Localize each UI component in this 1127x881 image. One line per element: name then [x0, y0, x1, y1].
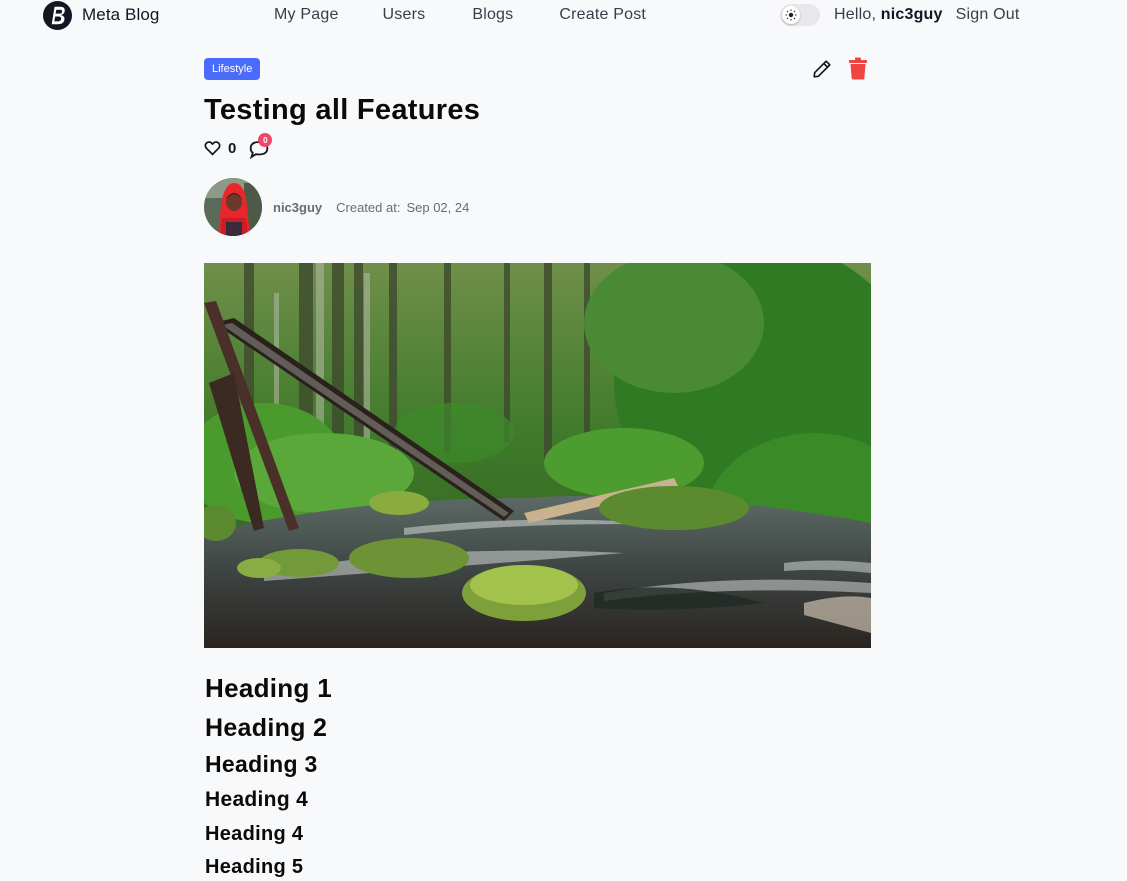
content-heading-4: Heading 4 — [205, 788, 309, 811]
post-cover-image — [204, 263, 871, 648]
theme-toggle[interactable] — [780, 4, 820, 26]
post-title: Testing all Features — [204, 94, 481, 126]
comment-count-badge: 0 — [258, 133, 273, 147]
category-badge[interactable]: Lifestyle — [204, 58, 261, 80]
greeting: Hello, nic3guy — [834, 6, 943, 24]
content-heading-1: Heading 1 — [205, 673, 332, 703]
created-date: Sep 02, 24 — [406, 199, 470, 215]
created-label: Created at: — [336, 199, 401, 215]
author-name[interactable]: nic3guy — [273, 200, 322, 215]
content-heading-2: Heading 2 — [205, 714, 328, 742]
content-heading-3: Heading 3 — [205, 751, 318, 777]
sign-out-link[interactable]: Sign Out — [956, 6, 1020, 24]
nav-link-create-post[interactable]: Create Post — [559, 6, 646, 24]
comments-button[interactable]: 0 — [249, 133, 273, 159]
content-heading-4b: Heading 4 — [205, 823, 304, 845]
nav-link-blogs[interactable]: Blogs — [472, 6, 513, 24]
logo-icon — [42, 0, 73, 30]
pencil-icon — [813, 60, 831, 78]
forest-stream-image — [204, 263, 871, 648]
post-stats: 0 0 — [204, 133, 273, 160]
like-count: 0 — [228, 139, 237, 157]
like-button[interactable]: 0 — [204, 140, 236, 157]
delete-post-button[interactable] — [848, 57, 868, 80]
author-info: nic3guy Created at: Sep 02, 24 — [204, 178, 469, 236]
avatar-image — [204, 178, 262, 236]
nav-link-my-page[interactable]: My Page — [274, 6, 339, 24]
sun-icon — [785, 9, 797, 21]
main-menu: My Page Users Blogs Create Post — [274, 0, 646, 30]
trash-icon — [849, 57, 867, 80]
nav-link-users[interactable]: Users — [383, 6, 426, 24]
brand-logo[interactable]: Meta Blog — [42, 0, 159, 30]
edit-post-button[interactable] — [811, 58, 833, 80]
author-avatar[interactable] — [204, 178, 262, 236]
greeting-username: nic3guy — [880, 6, 943, 23]
theme-toggle-knob — [782, 6, 800, 24]
user-area: Hello, nic3guy Sign Out — [780, 0, 1020, 30]
content-heading-5: Heading 5 — [205, 856, 304, 878]
brand-name: Meta Blog — [82, 5, 160, 24]
navbar: Meta Blog My Page Users Blogs Create Pos… — [0, 0, 1127, 30]
heart-icon — [204, 141, 221, 156]
greeting-text: Hello, — [834, 6, 881, 23]
